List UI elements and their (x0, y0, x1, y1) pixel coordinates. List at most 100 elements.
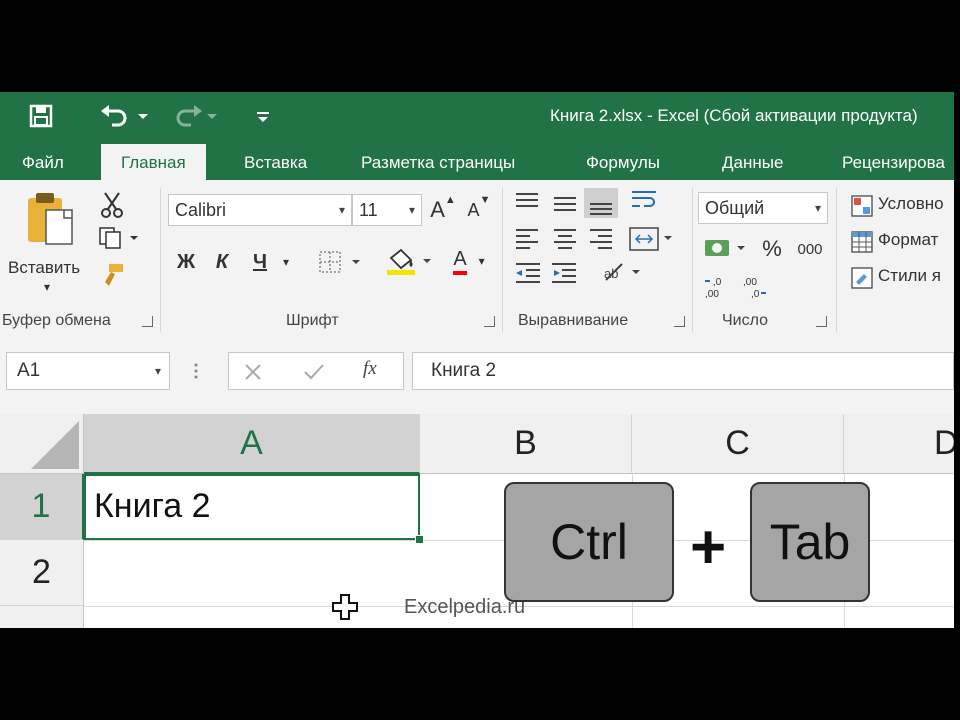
borders-icon (319, 251, 360, 273)
font-size-value: 11 (359, 200, 378, 220)
undo-button[interactable] (96, 100, 152, 132)
redo-icon (176, 105, 217, 127)
fill-handle[interactable] (415, 535, 424, 544)
divider (160, 188, 161, 332)
save-icon (29, 104, 53, 128)
align-right-icon[interactable] (590, 229, 612, 249)
tab-review[interactable]: Рецензирова (842, 146, 945, 180)
cancel-icon[interactable] (243, 362, 263, 382)
accounting-format-button[interactable] (702, 234, 750, 264)
chevron-down-icon: ▾ (338, 203, 345, 217)
wrap-text-icon[interactable] (632, 191, 656, 207)
ctrl-key: Ctrl (504, 482, 674, 602)
font-launcher-icon[interactable] (484, 316, 495, 327)
borders-button[interactable] (316, 246, 366, 278)
conditional-format-icon (848, 192, 876, 220)
paste-icon (28, 193, 73, 245)
orientation-icon[interactable]: ab (604, 263, 640, 281)
merge-center-icon[interactable] (629, 227, 672, 251)
tab-data[interactable]: Данные (722, 146, 783, 180)
font-color-button[interactable]: A ▾ (444, 244, 494, 278)
decrease-decimal-button[interactable]: ,00,0 (740, 272, 772, 302)
row-header-3[interactable] (0, 606, 84, 628)
align-top-icon[interactable] (516, 193, 538, 207)
alignment-buttons[interactable]: ab (512, 188, 688, 300)
tab-key: Tab (750, 482, 870, 602)
paste-button[interactable] (18, 188, 82, 252)
bold-button[interactable]: Ж (172, 246, 200, 278)
number-format-value: Общий (705, 198, 765, 218)
cell-styles-button[interactable]: Стили я (878, 266, 941, 286)
increase-decimal-button[interactable]: ,0,00 (702, 272, 734, 302)
grow-font-button[interactable]: A ▲ (430, 194, 456, 226)
alignment-group-label: Выравнивание (518, 312, 629, 329)
underline-button[interactable]: Ч (244, 246, 276, 278)
splitter-handle[interactable] (194, 362, 198, 380)
tab-formulas[interactable]: Формулы (586, 146, 660, 180)
svg-text:ab: ab (604, 266, 618, 281)
customize-qat-button[interactable] (250, 100, 276, 132)
enter-icon[interactable] (303, 362, 325, 382)
underline-chevron-icon[interactable]: ▾ (278, 250, 294, 274)
cell-cursor-icon (332, 594, 358, 620)
shrink-font-button[interactable]: A ▼ (466, 194, 492, 226)
name-box[interactable]: A1 ▾ (6, 352, 170, 390)
font-size-combo[interactable]: 11 ▾ (352, 194, 422, 226)
cell-styles-icon (848, 264, 876, 292)
row-header-2[interactable]: 2 (0, 540, 84, 606)
align-center-icon[interactable] (554, 229, 576, 249)
cell-a1[interactable]: Книга 2 (84, 474, 420, 540)
save-button[interactable] (24, 100, 58, 132)
copy-button[interactable] (96, 224, 144, 252)
plus-sign: + (690, 513, 727, 582)
font-name-combo[interactable]: Calibri ▾ (168, 194, 352, 226)
insert-function-button[interactable]: fx (363, 358, 377, 380)
tab-page-layout[interactable]: Разметка страницы (361, 146, 515, 180)
paste-label: Вставить (8, 258, 81, 277)
clipboard-group-label: Буфер обмена (2, 312, 111, 329)
clipboard-launcher-icon[interactable] (142, 316, 153, 327)
select-all-button[interactable] (0, 414, 84, 474)
alignment-launcher-icon[interactable] (674, 316, 685, 327)
redo-button[interactable] (168, 100, 218, 132)
font-name-value: Calibri (175, 200, 227, 220)
font-color-icon: A (453, 247, 467, 275)
svg-text:,0: ,0 (713, 277, 722, 288)
tab-file[interactable]: Файл (22, 146, 64, 180)
column-header-d[interactable]: D (844, 414, 954, 474)
svg-text:,0: ,0 (751, 289, 760, 300)
row-header-1[interactable]: 1 (0, 474, 84, 540)
name-box-value: A1 (17, 360, 41, 381)
grow-font-icon: A (430, 197, 445, 222)
paste-chevron-icon[interactable]: ▾ (44, 280, 50, 294)
divider (502, 188, 503, 332)
chevron-down-icon: ▾ (408, 203, 415, 217)
tab-home[interactable]: Главная (101, 144, 206, 180)
formula-buttons: fx (228, 352, 404, 390)
format-painter-button[interactable] (96, 260, 128, 290)
fill-color-button[interactable] (384, 244, 436, 278)
italic-button[interactable]: К (208, 246, 236, 278)
decrease-indent-icon[interactable] (516, 263, 540, 283)
column-header-b[interactable]: B (420, 414, 632, 474)
thousands-separator-button[interactable]: 000 (792, 234, 828, 264)
svg-text:,00: ,00 (705, 289, 719, 300)
conditional-format-button[interactable]: Условно (878, 194, 944, 214)
accounting-icon (705, 240, 745, 256)
increase-indent-icon[interactable] (552, 263, 576, 283)
percent-button[interactable]: % (758, 234, 786, 264)
cut-button[interactable] (96, 190, 128, 220)
align-left-icon[interactable] (516, 229, 538, 249)
undo-icon (101, 105, 148, 127)
align-middle-icon[interactable] (554, 197, 576, 211)
tab-insert[interactable]: Вставка (244, 146, 307, 180)
number-format-combo[interactable]: Общий ▾ (698, 192, 828, 224)
shrink-font-icon: A (467, 199, 480, 220)
column-header-a[interactable]: A (84, 414, 420, 474)
number-launcher-icon[interactable] (816, 316, 827, 327)
format-table-button[interactable]: Формат (878, 230, 938, 250)
column-header-c[interactable]: C (632, 414, 844, 474)
ribbon-tabs: Файл Главная Вставка Разметка страницы Ф… (0, 140, 954, 180)
scissors-icon (101, 192, 123, 218)
formula-input[interactable]: Книга 2 (412, 352, 954, 390)
